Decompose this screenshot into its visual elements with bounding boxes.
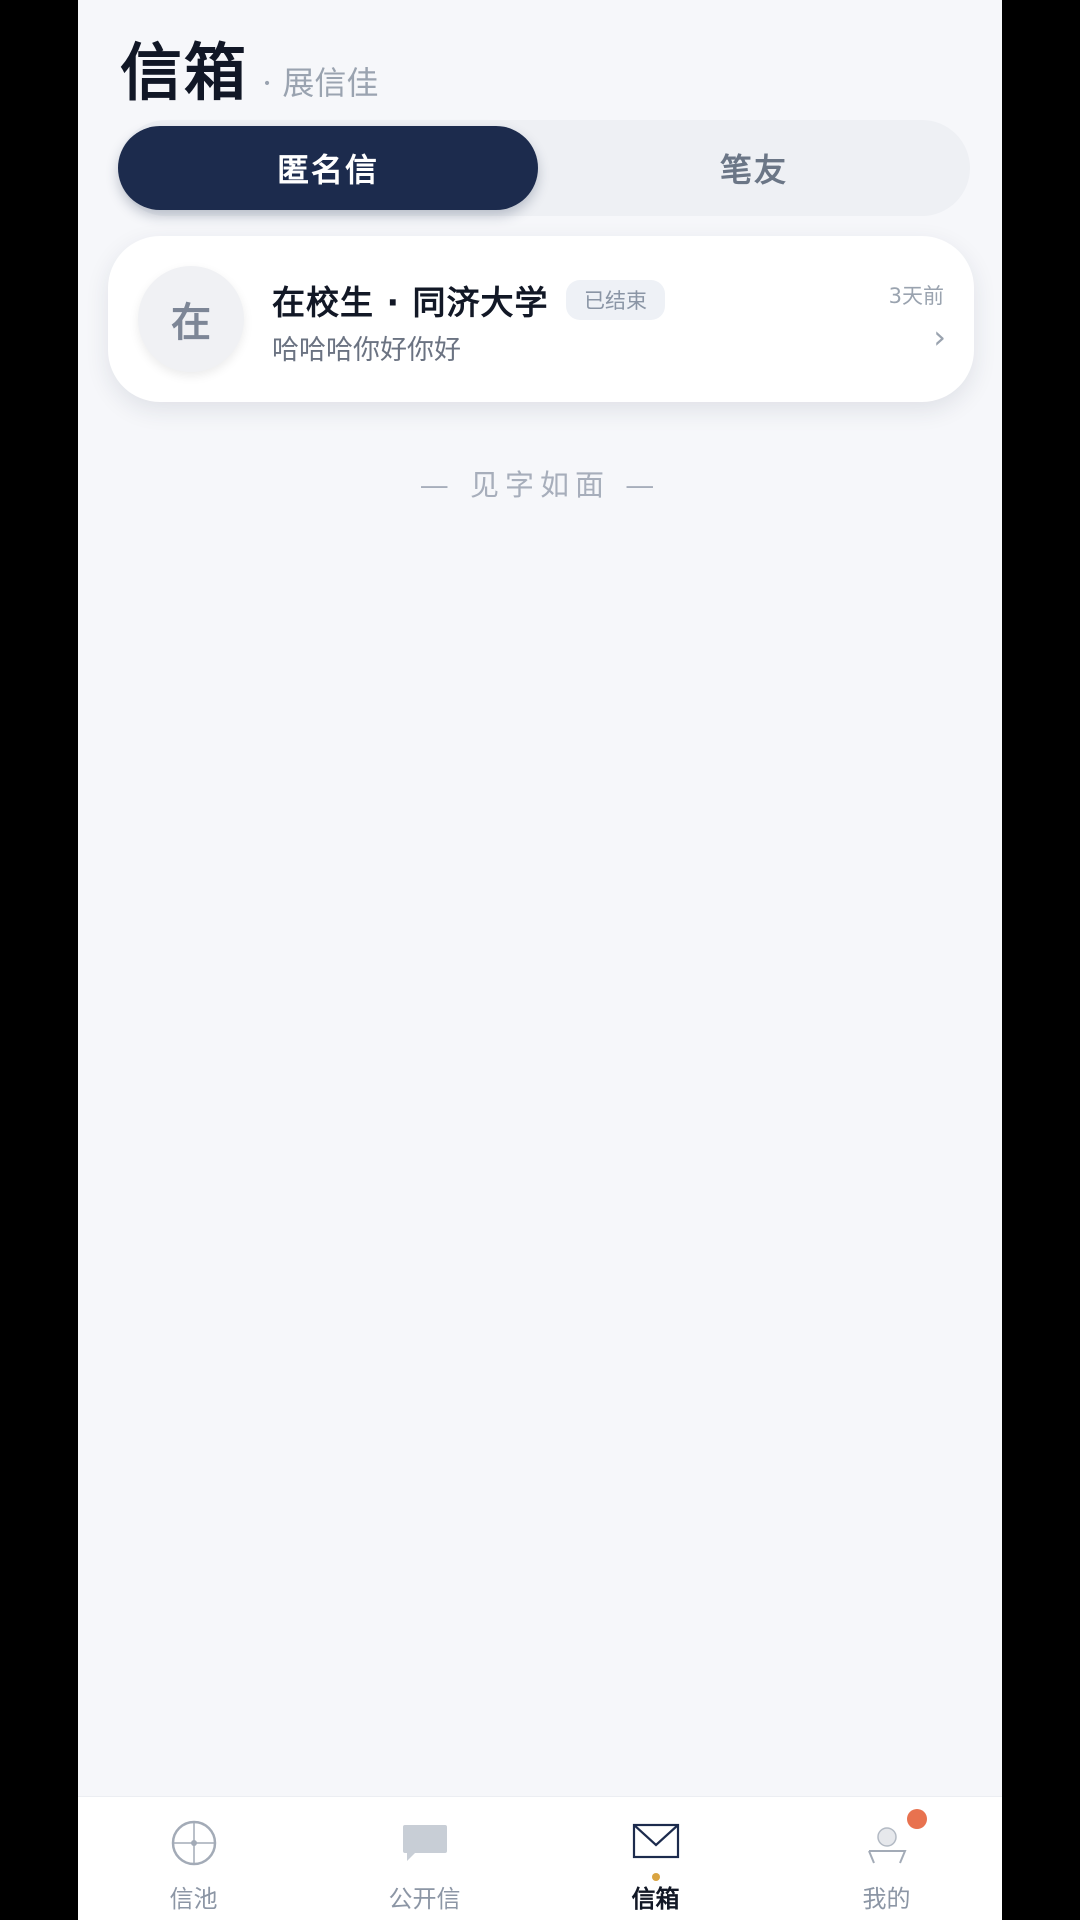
active-indicator [651,1873,660,1881]
tab-label: 匿名信 [276,151,379,189]
nav-label: 信池 [169,1885,218,1913]
letter-timestamp: 3天前 [888,284,944,308]
compass-icon [168,1817,220,1869]
bottom-navigation: 信池 公开信 信箱 我的 [78,1796,1002,1920]
nav-label: 公开信 [388,1885,461,1913]
envelope-icon [630,1817,682,1881]
nav-item-mailbox[interactable]: 信箱 [540,1797,771,1920]
letter-card[interactable]: 在 在校生 · 同济大学 已结束 哈哈哈你好你好 3天前 › [108,236,974,402]
letter-sender: 在校生 · 同济大学 [272,283,549,322]
page-title: 信箱 [120,36,249,109]
nav-label: 信箱 [631,1885,680,1913]
page-subtitle: · 展信佳 [262,64,379,102]
nav-item-pool[interactable]: 信池 [78,1797,309,1920]
status-badge: 已结束 [566,280,665,320]
avatar: 在 [138,266,244,372]
page-header: 信箱 · 展信佳 [120,22,379,109]
notification-dot [906,1809,927,1829]
chat-bubble-icon [399,1817,451,1869]
tab-switcher: 匿名信 笔友 [118,120,970,216]
tab-label: 笔友 [719,151,788,189]
letter-preview: 哈哈哈你好你好 [272,335,461,366]
nav-item-profile[interactable]: 我的 [771,1797,1002,1920]
nav-label: 我的 [862,1885,911,1913]
chevron-right-icon: › [933,318,946,356]
tab-pen-pals[interactable]: 笔友 [544,126,964,210]
app-screen: 信箱 · 展信佳 匿名信 笔友 在 在校生 · 同济大学 已结束 哈哈哈你好你好… [78,0,1002,1920]
footer-note: — 见字如面 — [419,468,661,502]
person-icon [861,1809,927,1869]
tab-anonymous-letters[interactable]: 匿名信 [118,126,538,210]
nav-item-public-letters[interactable]: 公开信 [309,1797,540,1920]
